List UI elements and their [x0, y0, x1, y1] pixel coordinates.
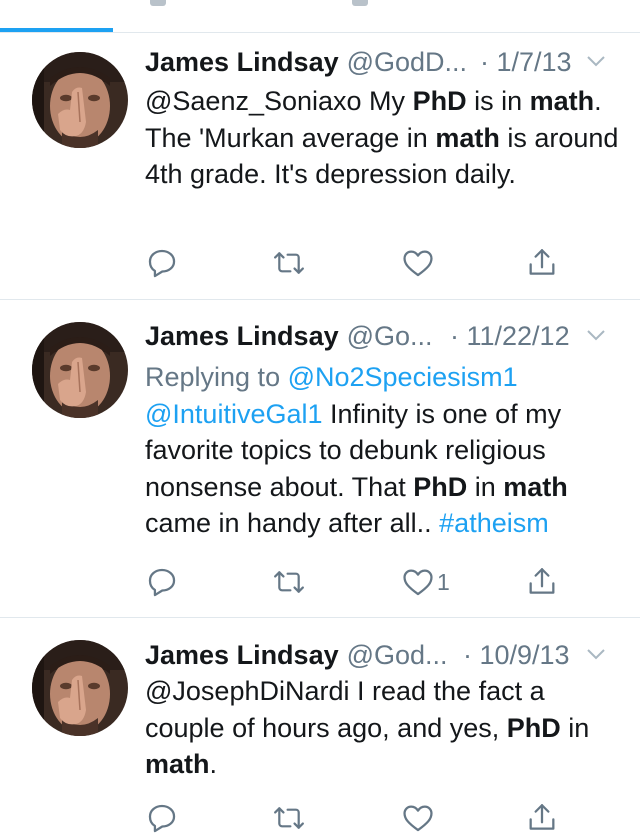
tweet[interactable]: James Lindsay @God... · 10/9/13 @JosephDi… [0, 618, 640, 833]
text-segment: . [209, 749, 218, 779]
text-segment: @JosephDiNardi I read the fact a couple … [145, 676, 545, 743]
share-button[interactable] [525, 798, 559, 838]
heart-icon [401, 246, 435, 280]
highlighted-term: math [145, 749, 210, 779]
retweet-button[interactable] [271, 243, 307, 283]
tweet-header: James Lindsay @Go... · 11/22/12 [145, 319, 620, 353]
tweet-text: @Saenz_Soniaxo My PhD is in math. The 'M… [145, 83, 625, 193]
share-button[interactable] [525, 243, 559, 283]
share-icon [525, 801, 559, 835]
highlighted-term: math [503, 471, 568, 502]
reply-to-link[interactable]: @No2Speciesism1 [288, 362, 518, 392]
author-name[interactable]: James Lindsay [145, 321, 339, 351]
retweet-icon [271, 565, 307, 599]
text-segment: came in handy after all.. [145, 508, 440, 538]
tweet-date: · 10/9/13 [463, 640, 570, 670]
tweet-text: @JosephDiNardi I read the fact a couple … [145, 673, 625, 783]
tweet-header: James Lindsay @GodD... · 1/7/13 [145, 45, 620, 79]
tab-label-fragment[interactable] [150, 0, 166, 6]
retweet-icon [271, 246, 307, 280]
reply-prefix: Replying to [145, 362, 288, 392]
tweet-date: · 1/7/13 [480, 47, 572, 77]
inline-link[interactable]: #atheism [439, 508, 549, 538]
author-handle[interactable]: @God... [347, 640, 448, 670]
text-segment: is in [466, 86, 530, 116]
tweet-actions [145, 243, 575, 283]
author-name[interactable]: James Lindsay [145, 640, 339, 670]
author-handle[interactable]: @GodD... [347, 47, 467, 77]
avatar[interactable] [32, 52, 128, 148]
share-icon [525, 246, 559, 280]
text-segment: in [560, 712, 590, 743]
heart-icon [401, 801, 435, 835]
chevron-down-icon[interactable] [584, 323, 608, 347]
reply-button[interactable] [145, 798, 179, 838]
reply-context: Replying to @No2Speciesism1 [145, 359, 625, 396]
tweet[interactable]: James Lindsay @Go... · 11/22/12 Replying … [0, 300, 640, 618]
retweet-icon [271, 801, 307, 835]
tweet-header: James Lindsay @God... · 10/9/13 [145, 638, 620, 672]
reply-button[interactable] [145, 562, 179, 602]
inline-link[interactable]: @IntuitiveGal1 [145, 399, 323, 429]
highlighted-term: PhD [413, 471, 468, 502]
chevron-down-icon[interactable] [584, 642, 608, 666]
tweet[interactable]: James Lindsay @GodD... · 1/7/13 @Saenz_So… [0, 33, 640, 300]
avatar[interactable] [32, 322, 128, 418]
reply-button[interactable] [145, 243, 179, 283]
reply-icon [145, 565, 179, 599]
text-segment: @Saenz_Soniaxo My [145, 86, 413, 116]
highlighted-term: PhD [506, 712, 561, 743]
highlighted-term: math [529, 86, 595, 116]
reply-icon [145, 246, 179, 280]
like-button[interactable] [401, 798, 437, 838]
tab-label-fragment[interactable] [352, 0, 368, 6]
heart-icon [401, 565, 435, 599]
like-count: 1 [437, 568, 450, 595]
tweet-content: @IntuitiveGal1 Infinity is one of my fav… [145, 396, 625, 542]
active-tab-indicator [0, 28, 113, 32]
author-name[interactable]: James Lindsay [145, 47, 339, 77]
like-button[interactable]: 1 [401, 562, 450, 602]
author-handle[interactable]: @Go... [347, 321, 433, 351]
like-button[interactable] [401, 243, 437, 283]
reply-icon [145, 801, 179, 835]
tweet-actions: 1 [145, 562, 575, 602]
share-button[interactable] [525, 562, 559, 602]
retweet-button[interactable] [271, 562, 307, 602]
profile-tab-bar [0, 0, 640, 33]
tweet-date: · 11/22/12 [450, 321, 570, 351]
share-icon [525, 565, 559, 599]
highlighted-term: PhD [412, 86, 467, 116]
chevron-down-icon[interactable] [584, 49, 608, 73]
retweet-button[interactable] [271, 798, 307, 838]
highlighted-term: math [435, 122, 500, 153]
tweet-actions [145, 798, 575, 838]
tweet-text: Replying to @No2Speciesism1 @IntuitiveGa… [145, 359, 625, 542]
avatar[interactable] [32, 640, 128, 736]
text-segment: in [467, 471, 504, 502]
